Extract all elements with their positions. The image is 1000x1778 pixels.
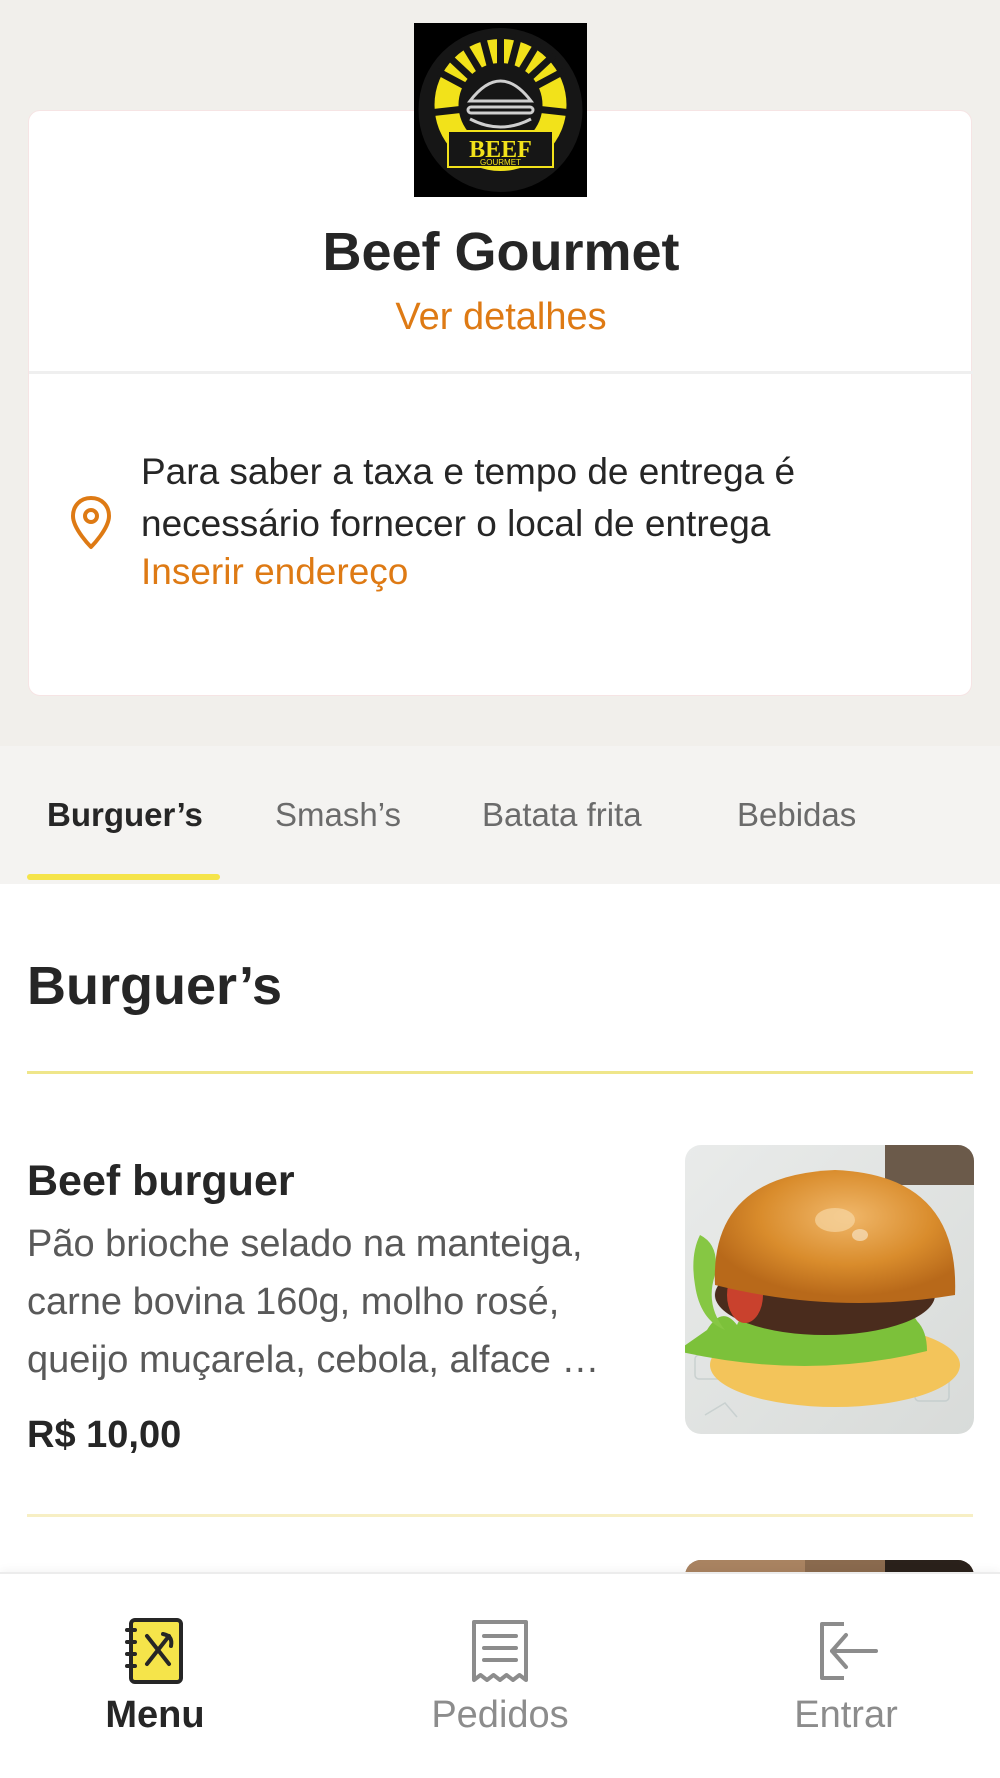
category-tabs: Burguer’s Smash’s Batata frita Bebidas	[0, 746, 1000, 884]
tab-burguers[interactable]: Burguer’s	[47, 796, 203, 834]
store-card: Beef Gourmet Ver detalhes Para saber a t…	[28, 110, 973, 696]
card-divider	[29, 371, 973, 374]
product-description: Pão brioche selado na manteiga, carne bo…	[27, 1223, 600, 1381]
section-title: Burguer’s	[27, 956, 283, 1016]
menu-book-icon	[125, 1618, 183, 1684]
tab-batata-frita[interactable]: Batata frita	[482, 796, 642, 834]
nav-pedidos-label: Pedidos	[431, 1694, 569, 1736]
bottom-navigation: Menu Pedidos Entrar	[0, 1572, 1000, 1778]
store-name: Beef Gourmet	[322, 222, 680, 282]
insert-address-link[interactable]: Inserir endereço	[141, 551, 408, 593]
item-divider	[27, 1514, 973, 1517]
store-logo: BEEF GOURMET	[414, 23, 587, 197]
product-price: R$ 10,00	[27, 1414, 182, 1456]
nav-menu[interactable]: Menu	[55, 1574, 255, 1778]
product-image[interactable]	[685, 1145, 974, 1434]
receipt-icon	[472, 1620, 528, 1682]
section-divider	[27, 1071, 973, 1074]
login-icon	[820, 1622, 878, 1680]
tab-bebidas[interactable]: Bebidas	[737, 796, 856, 834]
nav-menu-label: Menu	[105, 1694, 205, 1736]
nav-entrar[interactable]: Entrar	[746, 1574, 946, 1778]
svg-text:GOURMET: GOURMET	[480, 158, 521, 167]
view-details-link[interactable]: Ver detalhes	[29, 296, 973, 339]
tab-smashs[interactable]: Smash’s	[275, 796, 401, 834]
active-tab-indicator	[27, 874, 220, 880]
delivery-info-text: Para saber a taxa e tempo de entrega é n…	[141, 451, 796, 544]
nav-entrar-label: Entrar	[794, 1694, 898, 1736]
product-name[interactable]: Beef burguer	[27, 1157, 295, 1206]
location-pin-icon	[71, 496, 111, 549]
nav-pedidos[interactable]: Pedidos	[400, 1574, 600, 1778]
